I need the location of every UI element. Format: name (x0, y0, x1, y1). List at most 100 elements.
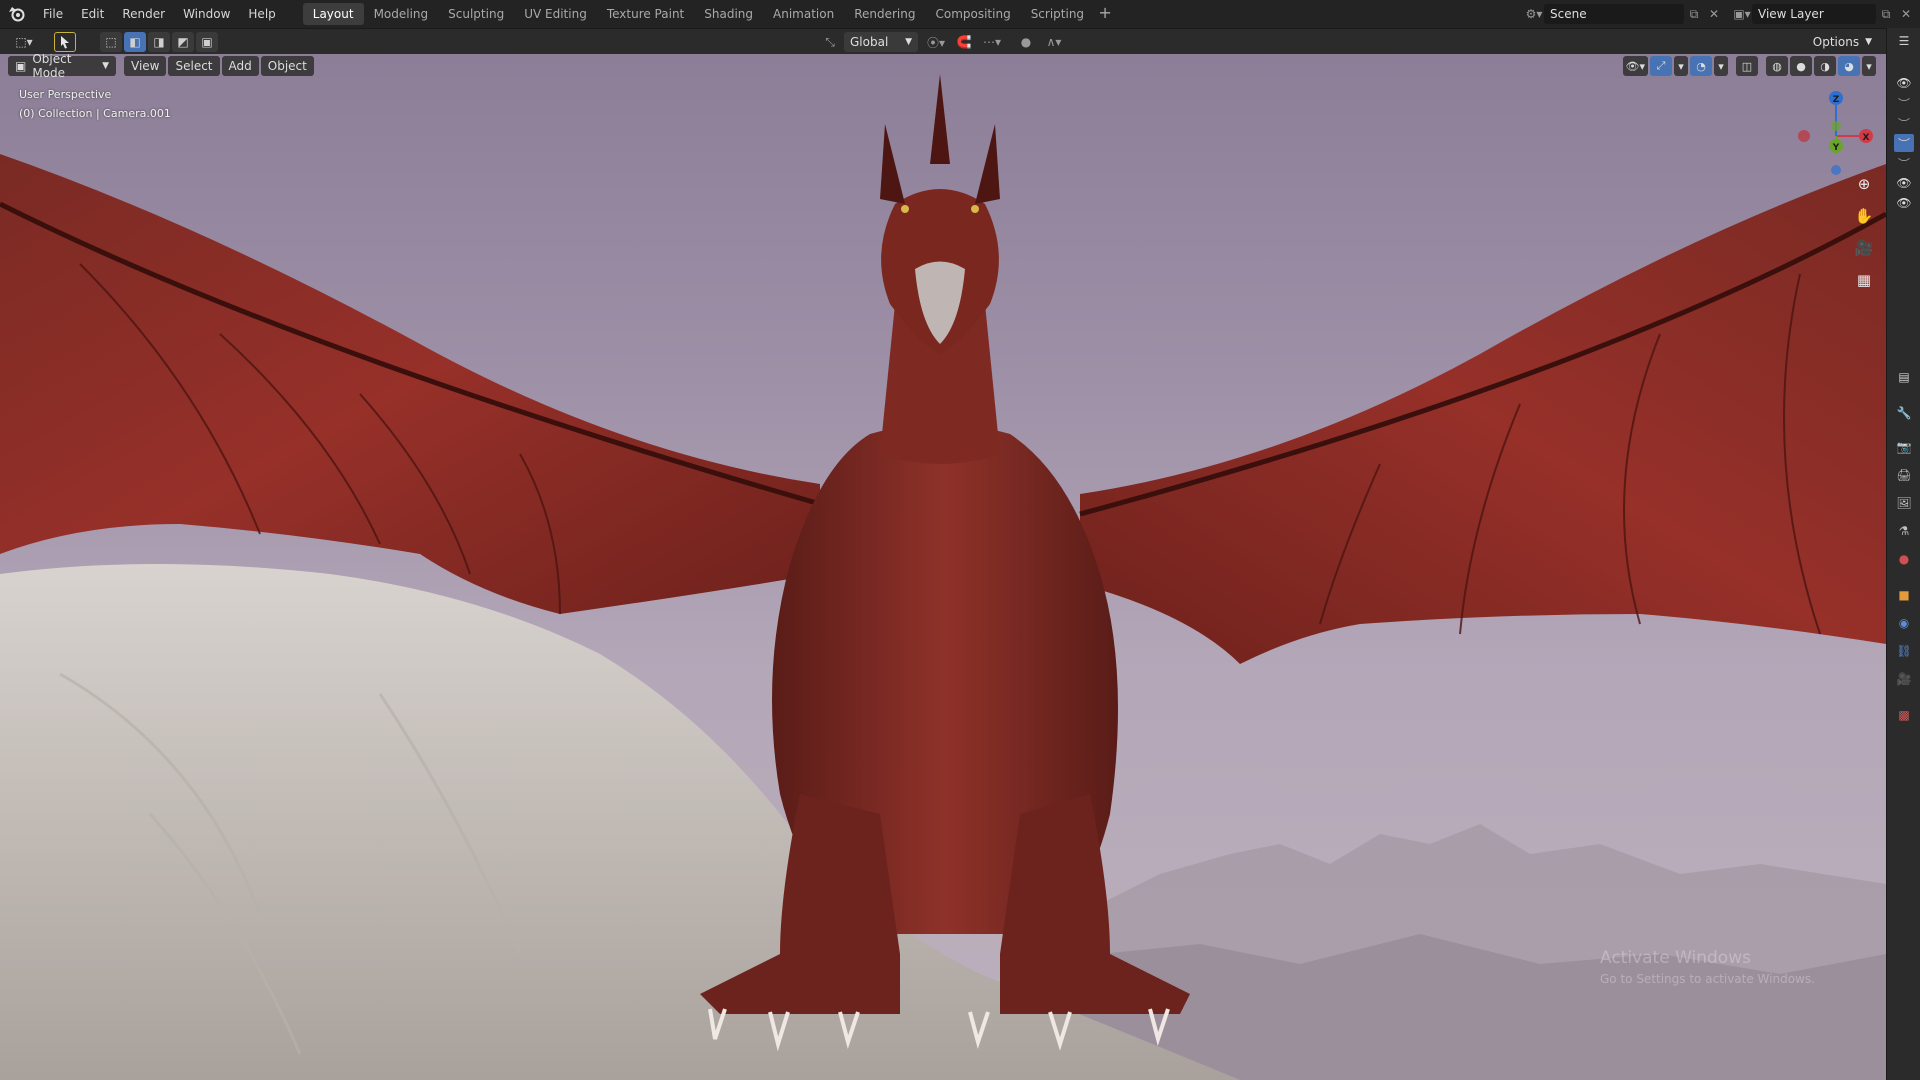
view-layer-icon[interactable]: ▣▾ (1732, 4, 1752, 24)
ortho-grid-icon[interactable]: ▦ (1852, 268, 1876, 292)
transform-orientation-dropdown[interactable]: Global ▼ (844, 32, 918, 52)
rendered-shading-icon[interactable]: ◕ (1838, 56, 1860, 76)
menu-file[interactable]: File (34, 0, 72, 28)
view-menu[interactable]: View (124, 56, 167, 76)
view-menu-label: View (131, 59, 160, 73)
select-invert-mode-icon[interactable]: ◩ (172, 31, 194, 52)
solid-shading-icon[interactable]: ● (1790, 56, 1812, 76)
orientation-icon: ⤡ (825, 34, 835, 49)
editor-type-icon[interactable]: ⬚▾ (10, 31, 38, 52)
delete-view-layer-icon[interactable]: ✕ (1896, 4, 1916, 24)
texture-properties-icon[interactable]: ▩ (1894, 706, 1914, 724)
view-layer-properties-icon[interactable]: 🖼 (1894, 494, 1914, 512)
tab-texture-paint[interactable]: Texture Paint (597, 3, 694, 25)
menu-render[interactable]: Render (113, 0, 174, 28)
snap-target-icon[interactable]: ⋯▾ (978, 32, 1006, 52)
tool-header: ⬚▾ ⬚ ◧ ◨ ◩ ▣ ⤡ Global ▼ ⦿▾ 🧲 ⋯▾ ● ∧▾ Opt… (0, 28, 1920, 54)
menu-help[interactable]: Help (239, 0, 284, 28)
proportional-falloff-icon[interactable]: ∧▾ (1040, 32, 1068, 52)
collection-info: (0) Collection | Camera.001 (19, 107, 171, 120)
scene-icon[interactable]: ⚙▾ (1524, 4, 1544, 24)
camera-view-icon[interactable]: 🎥 (1852, 236, 1876, 260)
navigation-gizmo[interactable]: Z X Y (1790, 86, 1880, 176)
world-properties-icon[interactable]: ● (1894, 550, 1914, 568)
eye-visibility-icon[interactable]: 👁 (1894, 174, 1914, 192)
gizmo-dropdown-icon[interactable]: ▾ (1674, 56, 1688, 76)
wireframe-shading-icon[interactable]: ◍ (1766, 56, 1788, 76)
gizmo-neg-y (1831, 121, 1841, 131)
workspace-tabs: Layout Modeling Sculpting UV Editing Tex… (302, 0, 1116, 28)
gizmo-neg-x (1798, 130, 1810, 142)
physics-properties-icon[interactable]: ◉ (1894, 614, 1914, 632)
top-bar: File Edit Render Window Help Layout Mode… (0, 0, 1920, 28)
tab-uv-editing[interactable]: UV Editing (514, 3, 597, 25)
blender-logo-icon[interactable] (0, 0, 34, 28)
zoom-icon[interactable]: ⊕ (1852, 172, 1876, 196)
tab-scripting[interactable]: Scripting (1021, 3, 1094, 25)
tab-sculpting[interactable]: Sculpting (438, 3, 514, 25)
scene-name-field[interactable]: Scene (1544, 4, 1684, 24)
mode-dropdown[interactable]: ▣ Object Mode ▼ (8, 54, 116, 80)
select-box-mode-icon[interactable]: ⬚ (100, 31, 122, 52)
add-menu[interactable]: Add (221, 56, 259, 76)
tab-compositing[interactable]: Compositing (925, 3, 1020, 25)
proportional-edit-icon[interactable]: ● (1016, 32, 1036, 52)
outliner-icon[interactable]: ☰ (1894, 32, 1914, 50)
tab-rendering[interactable]: Rendering (844, 3, 925, 25)
add-workspace-icon[interactable]: + (1094, 3, 1116, 25)
options-dropdown[interactable]: Options ▼ (1804, 32, 1880, 52)
tab-modeling[interactable]: Modeling (364, 3, 439, 25)
xray-toggle-icon[interactable]: ◫ (1736, 56, 1758, 76)
select-subtract-mode-icon[interactable]: ◨ (148, 31, 170, 52)
hide-icon-selected[interactable]: ︶ (1894, 134, 1914, 152)
eye-visibility-icon[interactable]: 👁 (1894, 194, 1914, 212)
gizmo-toggle-icon[interactable]: ⤢ (1650, 56, 1672, 76)
watermark-line1: Activate Windows (1600, 948, 1751, 968)
overlays-dropdown-icon[interactable]: ▾ (1714, 56, 1728, 76)
render-properties-icon[interactable]: 📷 (1894, 438, 1914, 456)
tab-layout[interactable]: Layout (302, 3, 364, 25)
select-tool-icon[interactable] (54, 31, 76, 52)
overlays-toggle-icon[interactable]: ◔ (1690, 56, 1712, 76)
gizmo-y-label: Y (1832, 143, 1840, 153)
object-menu[interactable]: Object (260, 56, 314, 76)
hide-icon[interactable]: ︶ (1894, 114, 1914, 132)
tab-shading[interactable]: Shading (694, 3, 763, 25)
tab-animation[interactable]: Animation (763, 3, 844, 25)
visibility-icon[interactable]: 👁▾ (1622, 56, 1648, 76)
navigation-tools: ⊕ ✋ 🎥 ▦ (1852, 172, 1876, 292)
select-intersect-mode-icon[interactable]: ▣ (196, 31, 218, 52)
material-shading-icon[interactable]: ◑ (1814, 56, 1836, 76)
pivot-point-icon[interactable]: ⦿▾ (922, 32, 950, 52)
data-properties-icon[interactable]: 🎥 (1894, 670, 1914, 688)
new-scene-icon[interactable]: ⧉ (1684, 4, 1704, 24)
eye-visibility-icon[interactable]: 👁 (1894, 74, 1914, 92)
constraints-properties-icon[interactable]: ⛓ (1894, 642, 1914, 660)
snap-toggle-icon[interactable]: 🧲 (954, 32, 974, 52)
scene-name: Scene (1550, 7, 1587, 21)
delete-scene-icon[interactable]: ✕ (1704, 4, 1724, 24)
scene-properties-icon[interactable]: ⚗ (1894, 522, 1914, 540)
tool-properties-icon[interactable]: 🔧 (1894, 404, 1914, 422)
select-menu[interactable]: Select (168, 56, 220, 76)
shading-dropdown-icon[interactable]: ▾ (1862, 56, 1876, 76)
output-properties-icon[interactable]: 🖨 (1894, 466, 1914, 484)
menu-edit[interactable]: Edit (72, 0, 113, 28)
hide-icon[interactable]: ︶ (1894, 94, 1914, 112)
properties-editor-icon[interactable]: ▤ (1894, 368, 1914, 386)
3d-viewport[interactable]: ▣ Object Mode ▼ View Select Add Object U… (0, 54, 1886, 1080)
hide-icon[interactable]: ︶ (1894, 154, 1914, 172)
right-side-strip: ☰ 👁 ︶ ︶ ︶ ︶ 👁 👁 ▤ 🔧 📷 🖨 🖼 ⚗ ● ■ ◉ ⛓ 🎥 ▩ (1886, 28, 1920, 1080)
pan-hand-icon[interactable]: ✋ (1852, 204, 1876, 228)
chevron-down-icon: ▼ (1865, 37, 1872, 47)
select-extend-mode-icon[interactable]: ◧ (124, 31, 146, 52)
right-wing (1080, 164, 1886, 664)
viewport-render (0, 74, 1886, 1080)
chevron-down-icon: ▼ (905, 37, 912, 47)
view-layer-field[interactable]: View Layer (1752, 4, 1876, 24)
menu-window[interactable]: Window (174, 0, 239, 28)
object-properties-icon[interactable]: ■ (1894, 586, 1914, 604)
new-view-layer-icon[interactable]: ⧉ (1876, 4, 1896, 24)
gizmo-z-label: Z (1833, 95, 1840, 105)
transform-settings: ⤡ Global ▼ ⦿▾ 🧲 ⋯▾ ● ∧▾ (820, 32, 1068, 52)
